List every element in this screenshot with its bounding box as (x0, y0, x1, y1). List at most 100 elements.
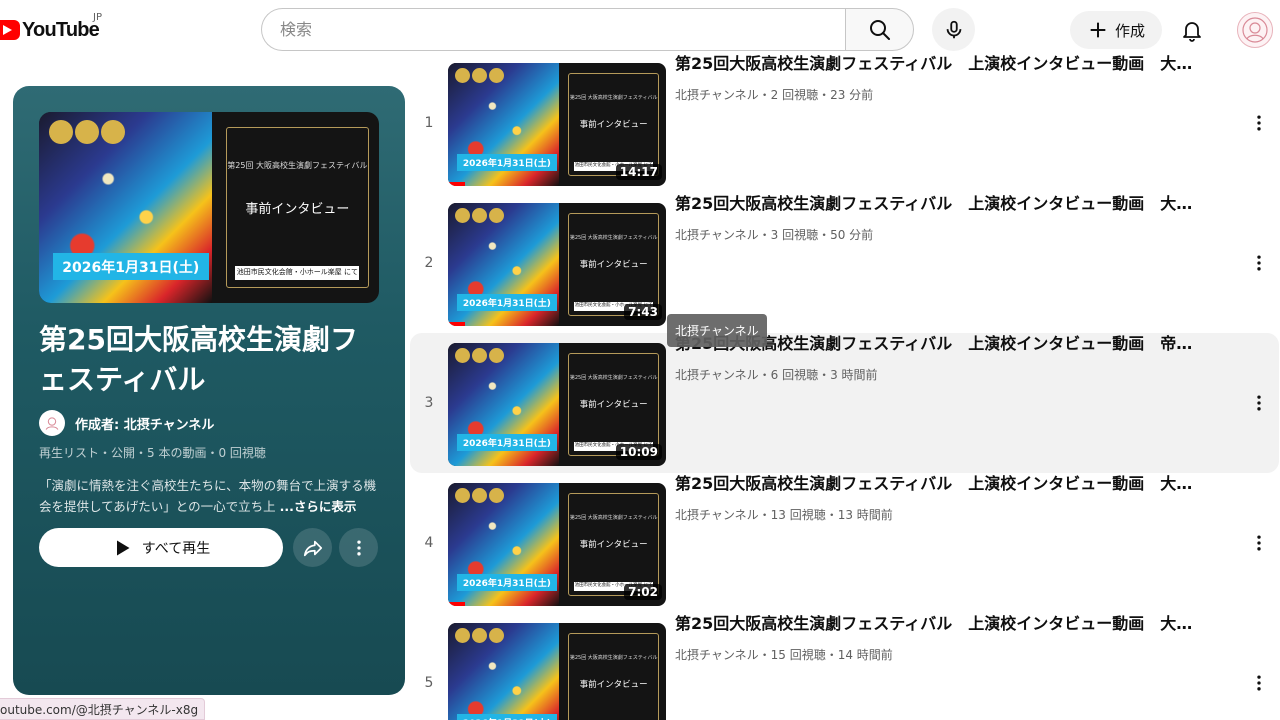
video-thumbnail[interactable]: 2026年1月31日(土) 第25回 大阪高校生演劇フェスティバル 事前インタビ… (448, 343, 666, 466)
video-meta: 北摂チャンネル・3 回視聴・50 分前 (675, 228, 874, 242)
poster-badges (454, 627, 504, 643)
share-icon (303, 540, 322, 556)
owner-avatar (39, 410, 65, 436)
poster-badges (49, 119, 126, 144)
account-avatar[interactable] (1237, 12, 1273, 48)
video-row-hovered[interactable]: 3 2026年1月31日(土) 第25回 大阪高校生演劇フェスティバル 事前イン… (410, 333, 1279, 473)
play-icon (116, 540, 130, 555)
video-row[interactable]: 5 2026年1月31日(土) 第25回 大阪高校生演劇フェスティバル 事前イン… (410, 613, 1279, 720)
playlist-description[interactable]: 「演劇に情熱を注ぐ高校生たちに、本物の舞台で上演する機会を提供してあげたい」との… (39, 475, 384, 517)
watch-progress-bar (448, 322, 466, 326)
more-vert-icon (1257, 395, 1261, 411)
video-title[interactable]: 第25回大阪高校生演劇フェスティバル 上演校インタビュー動画 大… (675, 613, 1235, 635)
video-more-button[interactable] (1247, 391, 1271, 415)
poster-text-panel: 第25回 大阪高校生演劇フェスティバル 事前インタビュー 池田市民文化会館・小ホ… (567, 352, 660, 457)
poster-date: 2026年1月31日(土) (456, 574, 557, 592)
video-index: 5 (424, 675, 434, 691)
thumbnail-artwork: 2026年1月31日(土) 第25回 大阪高校生演劇フェスティバル 事前インタビ… (448, 623, 666, 720)
video-more-button[interactable] (1247, 531, 1271, 555)
poster-badges (454, 347, 504, 363)
video-thumbnail[interactable]: 2026年1月31日(土) 第25回 大阪高校生演劇フェスティバル 事前インタビ… (448, 483, 666, 606)
owner-avatar-icon (45, 417, 59, 430)
share-button[interactable] (293, 528, 332, 567)
poster-headline: 事前インタビュー (579, 680, 648, 691)
bell-icon (1183, 22, 1201, 42)
show-more-link[interactable]: ...さらに表示 (280, 499, 357, 514)
logo-region: JP (93, 12, 102, 23)
playlist-header-panel: 2026年1月31日(土) 第25回 大阪高校生演劇フェスティバル 事前インタビ… (13, 86, 405, 695)
video-title[interactable]: 第25回大阪高校生演劇フェスティバル 上演校インタビュー動画 大… (675, 473, 1235, 495)
microphone-icon (946, 20, 961, 38)
playlist-thumbnail[interactable]: 2026年1月31日(土) 第25回 大阪高校生演劇フェスティバル 事前インタビ… (39, 112, 379, 303)
youtube-play-icon (0, 20, 20, 40)
poster-badges (454, 487, 504, 503)
video-duration: 14:17 (615, 164, 662, 180)
video-more-button[interactable] (1247, 671, 1271, 695)
more-vert-icon (1257, 675, 1261, 691)
video-row[interactable]: 2 2026年1月31日(土) 第25回 大阪高校生演劇フェスティバル 事前イン… (410, 193, 1279, 333)
thumbnail-artwork: 2026年1月31日(土) 第25回 大阪高校生演劇フェスティバル 事前インタビ… (39, 112, 379, 303)
voice-search-button[interactable] (932, 8, 975, 51)
poster-date: 2026年1月31日(土) (456, 294, 557, 312)
video-more-button[interactable] (1247, 251, 1271, 275)
top-bar: YouTube JP 作成 (0, 0, 1280, 60)
video-title[interactable]: 第25回大阪高校生演劇フェスティバル 上演校インタビュー動画 大… (675, 193, 1235, 215)
video-index: 4 (424, 535, 434, 551)
video-meta: 北摂チャンネル・6 回視聴・3 時間前 (675, 368, 878, 382)
poster-badges (454, 207, 504, 223)
poster-text-panel: 第25回 大阪高校生演劇フェスティバル 事前インタビュー 池田市民文化会館・小ホ… (567, 72, 660, 177)
video-index: 1 (424, 115, 434, 131)
poster-date: 2026年1月31日(土) (456, 434, 557, 452)
create-button[interactable]: 作成 (1070, 11, 1162, 49)
video-thumbnail[interactable]: 2026年1月31日(土) 第25回 大阪高校生演劇フェスティバル 事前インタビ… (448, 63, 666, 186)
watch-progress-bar (448, 602, 466, 606)
search-input[interactable] (280, 20, 846, 39)
poster-text-panel: 第25回 大阪高校生演劇フェスティバル 事前インタビュー 池田市民文化会館・小ホ… (226, 127, 369, 288)
playlist-more-button[interactable] (339, 528, 378, 567)
poster-headline: 事前インタビュー (245, 201, 350, 217)
plus-icon (1090, 22, 1106, 38)
poster-headline: 事前インタビュー (579, 540, 648, 551)
playlist-owner[interactable]: 作成者: 北摂チャンネル (39, 410, 214, 436)
video-meta: 北摂チャンネル・2 回視聴・23 分前 (675, 88, 874, 102)
video-duration: 7:02 (624, 584, 662, 600)
poster-venue: 池田市民文化会館・小ホール楽屋 にて (235, 266, 360, 281)
video-meta: 北摂チャンネル・15 回視聴・14 時間前 (675, 648, 893, 662)
youtube-logo[interactable]: YouTube JP (0, 12, 102, 44)
search-button[interactable] (845, 8, 914, 51)
poster-text-panel: 第25回 大阪高校生演劇フェスティバル 事前インタビュー 池田市民文化会館・小ホ… (567, 212, 660, 317)
more-vert-icon (356, 540, 361, 555)
poster-headline: 事前インタビュー (579, 260, 648, 271)
play-all-button[interactable]: すべて再生 (39, 528, 283, 567)
poster-headline: 事前インタビュー (579, 120, 648, 131)
poster-headline: 事前インタビュー (579, 400, 648, 411)
video-row[interactable]: 1 2026年1月31日(土) 第25回 大阪高校生演劇フェスティバル 事前イン… (410, 53, 1279, 193)
video-thumbnail[interactable]: 2026年1月31日(土) 第25回 大阪高校生演劇フェスティバル 事前インタビ… (448, 623, 666, 720)
more-vert-icon (1257, 115, 1261, 131)
video-index: 3 (424, 395, 434, 411)
create-label: 作成 (1114, 21, 1145, 40)
search-box (261, 8, 846, 51)
owner-name: 作成者: 北摂チャンネル (75, 417, 215, 433)
poster-subtitle: 第25回 大阪高校生演劇フェスティバル (569, 655, 658, 662)
playlist-meta: 再生リスト・公開・5 本の動画・0 回視聴 (39, 446, 266, 460)
video-row[interactable]: 4 2026年1月31日(土) 第25回 大阪高校生演劇フェスティバル 事前イン… (410, 473, 1279, 613)
poster-subtitle: 第25回 大阪高校生演劇フェスティバル (569, 95, 658, 102)
play-all-label: すべて再生 (141, 540, 211, 557)
search-icon (869, 19, 890, 40)
more-vert-icon (1257, 255, 1261, 271)
video-meta: 北摂チャンネル・13 回視聴・13 時間前 (675, 508, 893, 522)
poster-date: 2026年1月31日(土) (456, 714, 557, 720)
notifications-button[interactable] (1172, 10, 1212, 50)
poster-badges (454, 67, 504, 83)
video-title[interactable]: 第25回大阪高校生演劇フェスティバル 上演校インタビュー動画 大… (675, 53, 1235, 75)
playlist-title: 第25回大阪高校生演劇フェスティバル (39, 323, 358, 396)
status-bar-url: outube.com/@北摂チャンネル-x8g (0, 698, 206, 720)
video-thumbnail[interactable]: 2026年1月31日(土) 第25回 大阪高校生演劇フェスティバル 事前インタビ… (448, 203, 666, 326)
video-duration: 10:09 (615, 444, 662, 460)
video-more-button[interactable] (1247, 111, 1271, 135)
avatar-icon (1242, 17, 1268, 43)
poster-subtitle: 第25回 大阪高校生演劇フェスティバル (569, 235, 658, 242)
poster-subtitle: 第25回 大阪高校生演劇フェスティバル (227, 160, 368, 170)
poster-subtitle: 第25回 大阪高校生演劇フェスティバル (569, 515, 658, 522)
